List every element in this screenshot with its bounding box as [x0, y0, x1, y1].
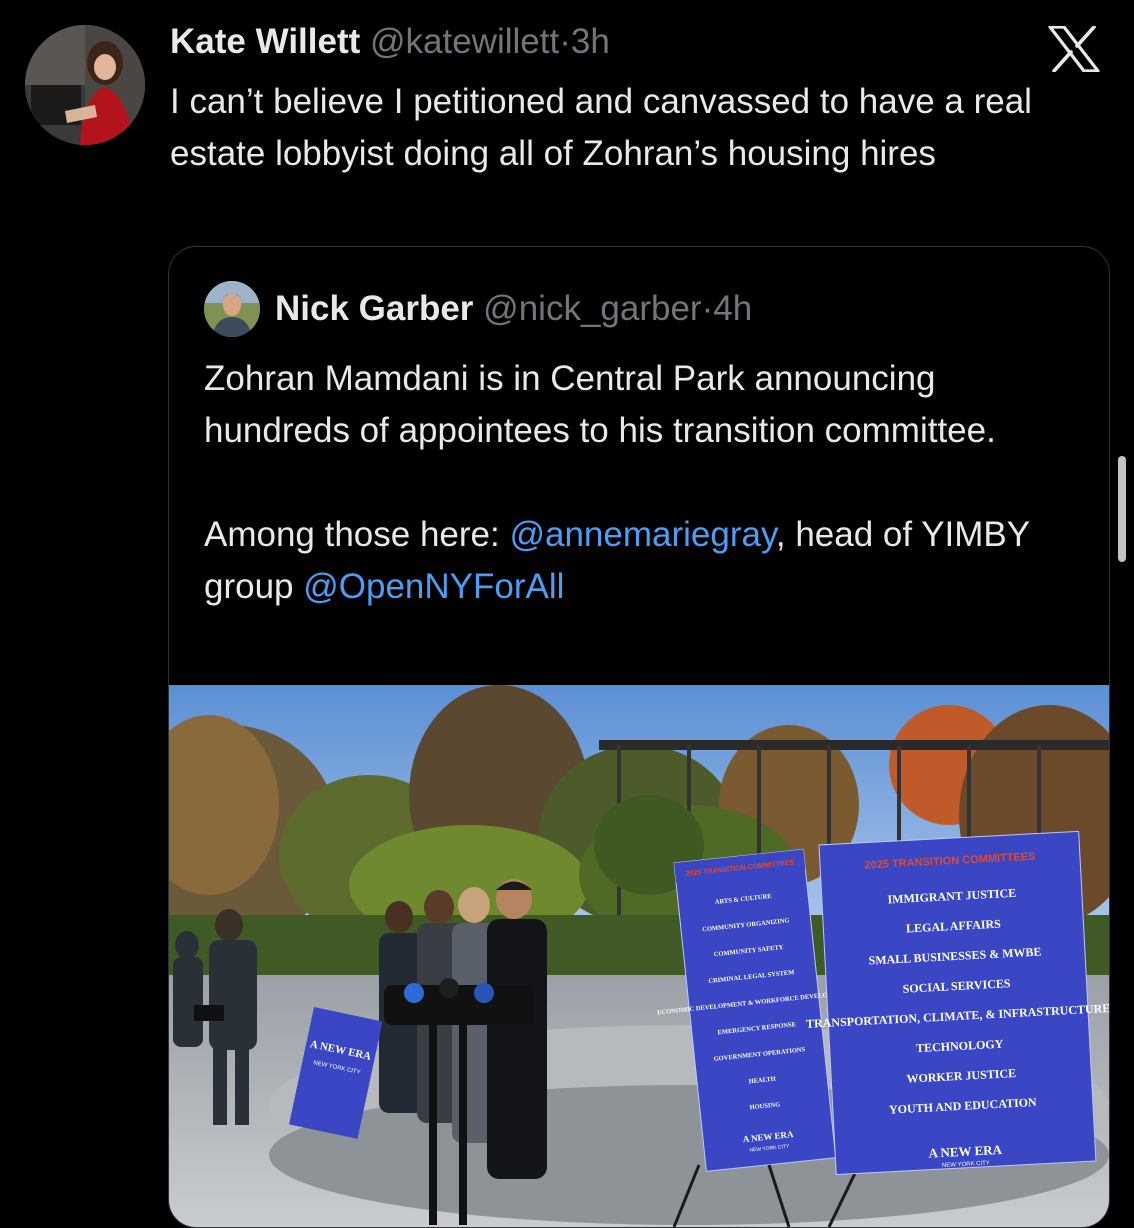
quoted-author-avatar[interactable]: [204, 281, 260, 337]
tweet-timestamp[interactable]: 3h: [571, 22, 610, 61]
quoted-separator-dot: ·: [701, 289, 714, 328]
avatar-image: [25, 25, 145, 145]
photo-scene: A NEW ERA NEW YORK CITY 2025 TRANSITION …: [169, 685, 1109, 1227]
author-avatar[interactable]: [25, 25, 145, 145]
author-handle[interactable]: @katewillett: [370, 22, 559, 61]
scrollbar-thumb[interactable]: [1118, 456, 1126, 562]
quoted-paragraph-2-prefix: Among those here:: [204, 515, 510, 554]
tweet-header: Kate Willett @katewillett·3h: [170, 22, 610, 62]
mention-opennyforall[interactable]: @OpenNYForAll: [303, 567, 564, 606]
quoted-text: Zohran Mamdani is in Central Park announ…: [204, 353, 1084, 613]
quoted-header: Nick Garber @nick_garber·4h: [275, 289, 752, 329]
x-logo-icon[interactable]: [1048, 25, 1100, 73]
quoted-timestamp[interactable]: 4h: [713, 289, 752, 328]
mention-annemariegray[interactable]: @annemariegray: [509, 515, 775, 554]
quoted-author-handle[interactable]: @nick_garber: [483, 289, 701, 328]
press-conference-photo[interactable]: A NEW ERA NEW YORK CITY 2025 TRANSITION …: [169, 685, 1109, 1227]
quoted-avatar-image: [204, 281, 260, 337]
quoted-author-name[interactable]: Nick Garber: [275, 289, 473, 328]
author-name[interactable]: Kate Willett: [170, 22, 360, 61]
tweet: Kate Willett @katewillett·3h I can’t bel…: [0, 0, 1134, 1228]
tweet-text: I can’t believe I petitioned and canvass…: [170, 82, 1032, 173]
quoted-tweet[interactable]: Nick Garber @nick_garber·4h Zohran Mamda…: [168, 246, 1110, 1228]
quoted-paragraph-2: Among those here: @annemariegray, head o…: [204, 509, 1084, 613]
right-sign: 2025 TRANSITION COMMITTEES IMMIGRANT JUS…: [806, 830, 1109, 1176]
separator-dot: ·: [559, 22, 571, 61]
quoted-paragraph-1: Zohran Mamdani is in Central Park announ…: [204, 359, 996, 450]
